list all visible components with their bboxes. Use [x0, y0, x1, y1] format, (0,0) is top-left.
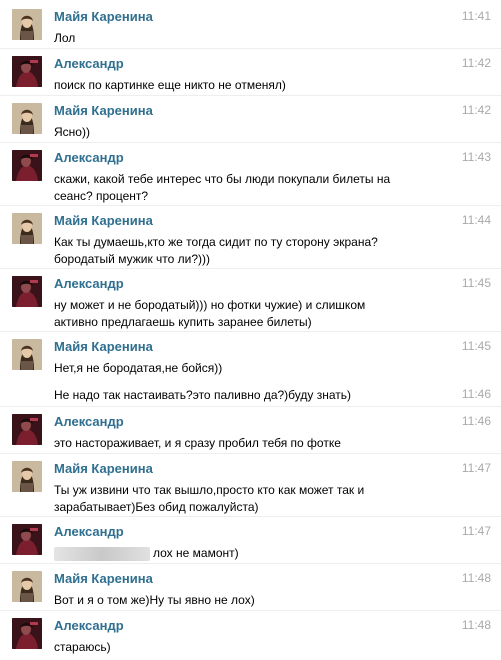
- sender-name[interactable]: Александр: [54, 414, 124, 429]
- message-text: стараюсь): [54, 640, 111, 654]
- sender-name[interactable]: Майя Каренина: [54, 213, 153, 228]
- maya-avatar[interactable]: [12, 571, 42, 602]
- alexander-avatar[interactable]: [12, 150, 42, 181]
- alexander-avatar[interactable]: [12, 414, 42, 445]
- maya-avatar[interactable]: [12, 461, 42, 492]
- message-time: 11:44: [461, 213, 491, 227]
- sender-name[interactable]: Александр: [54, 150, 124, 165]
- message-time: 11:48: [461, 618, 491, 632]
- message-text: Лол: [54, 31, 76, 45]
- message-time: 11:45: [461, 276, 491, 290]
- message-text: Ясно)): [54, 125, 90, 139]
- message-time: 11:48: [461, 571, 491, 585]
- sender-name[interactable]: Александр: [54, 618, 124, 633]
- maya-avatar[interactable]: [12, 103, 42, 134]
- message-text: скажи, какой тебе интерес что бы люди по…: [54, 172, 391, 203]
- alexander-avatar[interactable]: [12, 524, 42, 555]
- sender-name[interactable]: Майя Каренина: [54, 103, 153, 118]
- message-text: поиск по картинке еще никто не отменял): [54, 78, 286, 92]
- sender-name[interactable]: Майя Каренина: [54, 339, 153, 354]
- sender-name[interactable]: Майя Каренина: [54, 9, 153, 24]
- sender-name[interactable]: Александр: [54, 56, 124, 71]
- alexander-avatar[interactable]: [12, 276, 42, 307]
- message-text: Нет,я не бородатая,не бойся)): [54, 361, 223, 375]
- message-text: Как ты думаешь,кто же тогда сидит по ту …: [54, 235, 378, 266]
- maya-avatar[interactable]: [12, 9, 42, 40]
- message-time: 11:45: [461, 339, 491, 353]
- message-time: 11:43: [461, 150, 491, 164]
- message-time: 11:46: [461, 414, 491, 428]
- message-text: Ты уж извини что так вышло,просто кто ка…: [54, 483, 365, 514]
- redacted-text: [54, 546, 150, 561]
- maya-avatar[interactable]: [12, 339, 42, 370]
- message-time: 11:42: [461, 56, 491, 70]
- sender-name[interactable]: Александр: [54, 276, 124, 291]
- alexander-avatar[interactable]: [12, 618, 42, 649]
- message-time: 11:47: [461, 524, 491, 538]
- sender-name[interactable]: Александр: [54, 524, 124, 539]
- sender-name[interactable]: Майя Каренина: [54, 571, 153, 586]
- message-time: 11:41: [461, 9, 491, 23]
- message-text: Не надо так настаивать?это паливно да?)б…: [54, 388, 352, 402]
- message-text: ну может и не бородатый))) но фотки чужи…: [54, 298, 366, 329]
- sender-name[interactable]: Майя Каренина: [54, 461, 153, 476]
- message-time: 11:47: [461, 461, 491, 475]
- message-text: лох не мамонт): [54, 545, 424, 562]
- alexander-avatar[interactable]: [12, 56, 42, 87]
- chat-history: Майя Каренина 11:41 Лол Александр 11:42 …: [0, 0, 501, 660]
- maya-avatar[interactable]: [12, 213, 42, 244]
- message-time: 11:46: [461, 387, 491, 401]
- message-text: это настораживает, и я сразу пробил тебя…: [54, 436, 341, 450]
- message-text: Вот и я о том же)Ну ты явно не лох): [54, 593, 255, 607]
- message-time: 11:42: [461, 103, 491, 117]
